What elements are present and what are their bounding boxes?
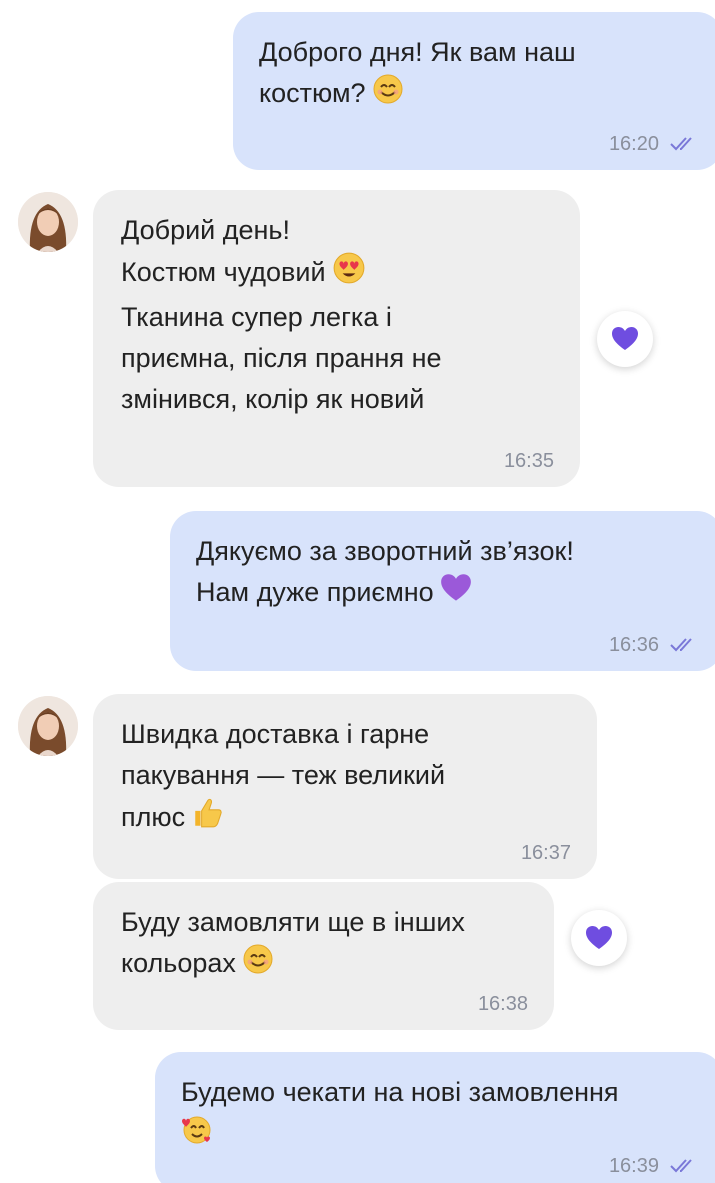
read-ticks-icon	[670, 638, 692, 652]
message-text-line: Нам дуже приємно	[196, 577, 434, 607]
message-text-line: кольорах	[121, 948, 236, 979]
message-text-line: костюм?	[259, 78, 366, 109]
message-meta: 16:37	[521, 841, 571, 865]
message-text-line: Дякуємо за зворотний зв’язок!	[196, 536, 574, 566]
chat-thread: Доброго дня! Як вам наш костюм? 16:20 До…	[0, 0, 715, 1183]
message-time: 16:39	[608, 1155, 659, 1177]
message-time: 16:35	[503, 450, 554, 472]
message-meta: 16:38	[478, 992, 528, 1016]
outgoing-message[interactable]: Доброго дня! Як вам наш костюм? 16:20	[233, 12, 715, 170]
incoming-message[interactable]: Швидка доставка і гарне пакування — теж …	[93, 694, 597, 879]
purple-heart-icon	[586, 926, 612, 949]
message-text-line: Костюм чудовий	[121, 257, 326, 288]
reaction-badge[interactable]	[571, 910, 627, 966]
message-meta: 16:36	[609, 633, 697, 657]
smiling-face-icon	[372, 73, 404, 117]
message-text-line: пакування — теж великий	[121, 760, 446, 790]
message-text-line: Швидка доставка і гарне	[121, 719, 430, 749]
smiling-face-icon	[242, 943, 274, 987]
message-time: 16:38	[477, 993, 528, 1015]
message-text-line: змінився, колір як новий	[121, 384, 425, 414]
message-text-line: Доброго дня! Як вам наш	[259, 37, 576, 67]
message-text-line: Добрий день!	[121, 215, 291, 245]
message-meta: 16:35	[504, 449, 554, 473]
message-text-line: Будемо чекати на нові замовлення	[181, 1077, 619, 1107]
message-text-line: приємна, після прання не	[121, 343, 442, 373]
read-ticks-icon	[670, 1159, 692, 1173]
message-text-line: Буду замовляти ще в інших	[121, 907, 465, 937]
purple-heart-icon	[440, 573, 472, 615]
incoming-message[interactable]: Буду замовляти ще в інших кольорах 16:38	[93, 882, 554, 1030]
message-time: 16:36	[608, 634, 659, 656]
message-meta: 16:20	[609, 132, 697, 156]
outgoing-message[interactable]: Будемо чекати на нові замовлення 16:39	[155, 1052, 715, 1183]
incoming-message[interactable]: Добрий день! Костюм чудовий Тканина супе…	[93, 190, 580, 487]
message-time: 16:20	[608, 133, 659, 155]
smiling-face-with-hearts-icon	[181, 1113, 213, 1157]
heart-eyes-face-icon	[332, 251, 366, 297]
message-text-line: плюс	[121, 802, 186, 833]
avatar[interactable]	[18, 192, 78, 252]
message-meta: 16:39	[609, 1154, 697, 1178]
read-ticks-icon	[670, 137, 692, 151]
avatar[interactable]	[18, 696, 78, 756]
purple-heart-icon	[612, 327, 638, 350]
reaction-badge[interactable]	[597, 311, 653, 367]
message-text-line: Тканина супер легка і	[121, 302, 392, 332]
outgoing-message[interactable]: Дякуємо за зворотний зв’язок! Нам дуже п…	[170, 511, 715, 671]
message-time: 16:37	[520, 842, 571, 864]
thumbs-up-icon	[191, 796, 225, 842]
